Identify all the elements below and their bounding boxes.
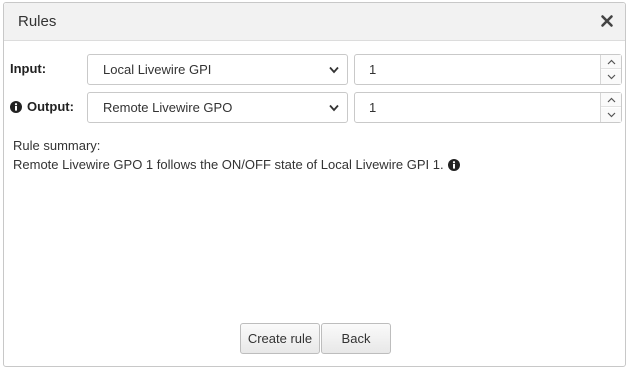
output-target-select[interactable]: Remote Livewire GPO — [87, 92, 348, 123]
info-icon[interactable] — [10, 100, 22, 113]
input-label-text: Input: — [10, 61, 47, 76]
dialog-title: Rules — [18, 13, 57, 30]
output-spin-up-button[interactable] — [601, 93, 621, 107]
output-target-value: Remote Livewire GPO — [103, 100, 233, 115]
output-number-stepper[interactable]: 1 — [354, 92, 622, 123]
input-spin-down-button[interactable] — [601, 70, 621, 84]
rule-summary-heading: Rule summary: — [13, 138, 101, 153]
input-number-stepper[interactable]: 1 — [354, 54, 622, 85]
input-spin-up-button[interactable] — [601, 55, 621, 69]
input-label: Input: — [10, 61, 46, 76]
output-label: Output: — [10, 99, 74, 114]
rule-summary-text: Remote Livewire GPO 1 follows the ON/OFF… — [13, 157, 460, 172]
chevron-down-icon — [607, 74, 616, 80]
chevron-down-icon — [607, 112, 616, 118]
output-number-value: 1 — [369, 100, 377, 115]
chevron-down-icon — [329, 104, 339, 112]
back-button[interactable]: Back — [321, 323, 391, 354]
dialog-header: Rules — [4, 3, 625, 41]
close-button[interactable] — [597, 11, 617, 31]
input-spinner — [600, 55, 621, 84]
input-number-value: 1 — [369, 62, 377, 77]
output-spin-down-button[interactable] — [601, 108, 621, 122]
chevron-up-icon — [607, 59, 616, 65]
info-icon[interactable] — [447, 158, 460, 171]
chevron-up-icon — [607, 97, 616, 103]
output-label-text: Output: — [27, 99, 74, 114]
create-rule-button[interactable]: Create rule — [240, 323, 320, 354]
output-spinner — [600, 93, 621, 122]
close-icon — [597, 11, 617, 31]
input-source-select[interactable]: Local Livewire GPI — [87, 54, 348, 85]
input-source-value: Local Livewire GPI — [103, 62, 212, 77]
rule-summary-sentence: Remote Livewire GPO 1 follows the ON/OFF… — [13, 157, 444, 172]
rules-dialog: Rules Input: Local Livewire GPI 1 Output… — [3, 2, 626, 367]
chevron-down-icon — [329, 66, 339, 74]
